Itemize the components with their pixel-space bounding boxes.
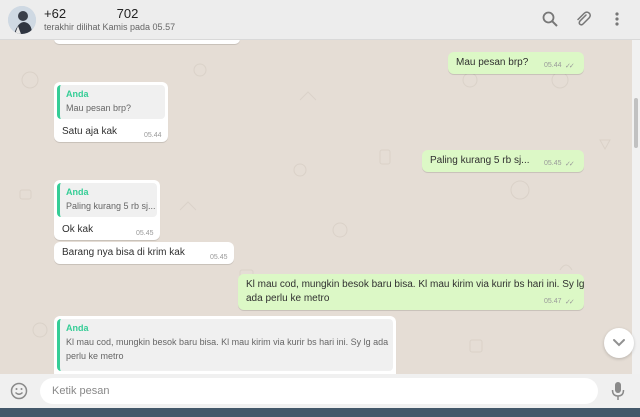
quote-text: Paling kurang 5 rb sj... <box>66 201 156 211</box>
quoted-message[interactable]: Anda Mau pesan brp? <box>57 85 165 119</box>
quoted-message[interactable]: Anda Paling kurang 5 rb sj... <box>57 183 157 217</box>
search-icon[interactable] <box>541 10 559 28</box>
quote-author: Anda <box>66 187 89 197</box>
message-bubble-incoming[interactable] <box>54 40 240 44</box>
mic-icon[interactable] <box>610 381 626 401</box>
emoji-icon[interactable] <box>10 382 28 400</box>
message-time: 05.45 <box>210 254 228 261</box>
message-list[interactable]: Mau pesan brp? 05.44 ✓✓ Anda Mau pesan b… <box>0 40 640 374</box>
message-bubble-outgoing[interactable]: Kl mau cod, mungkin besok baru bisa. Kl … <box>238 274 584 310</box>
message-text-line2: ada perlu ke metro <box>246 293 330 304</box>
attach-icon[interactable] <box>574 10 592 28</box>
message-time: 05.45 <box>136 230 154 237</box>
compose-bar <box>0 374 640 408</box>
message-bubble-incoming[interactable]: Anda Kl mau cod, mungkin besok baru bisa… <box>54 316 396 374</box>
message-time: 05.44 <box>544 62 562 69</box>
message-input[interactable] <box>40 378 598 404</box>
quote-text: Mau pesan brp? <box>66 103 132 113</box>
quote-author: Anda <box>66 89 89 99</box>
message-text: Ok kak <box>62 224 94 235</box>
quote-text-line2: perlu ke metro <box>66 351 124 361</box>
scrollbar[interactable] <box>632 40 640 374</box>
message-bubble-incoming[interactable]: Anda Mau pesan brp? Satu aja kak 05.44 <box>54 82 168 142</box>
message-text: Satu aja kak <box>62 126 118 137</box>
message-time: 05.45 <box>544 160 562 167</box>
message-bubble-incoming[interactable]: Anda Paling kurang 5 rb sj... Ok kak 05.… <box>54 180 160 240</box>
message-bubble-incoming[interactable]: Barang nya bisa di krim kak 05.45 <box>54 242 234 264</box>
message-bubble-outgoing[interactable]: Paling kurang 5 rb sj... 05.45 ✓✓ <box>422 150 584 172</box>
quote-author: Anda <box>66 323 89 333</box>
contact-name[interactable]: +62 702 <box>44 6 138 21</box>
read-receipt-icon: ✓✓ <box>565 63 575 70</box>
menu-icon[interactable] <box>608 10 626 28</box>
last-seen-status: terakhir dilihat Kamis pada 05.57 <box>44 22 176 32</box>
quote-text-line1: Kl mau cod, mungkin besok baru bisa. Kl … <box>66 337 389 347</box>
read-receipt-icon: ✓✓ <box>565 299 575 306</box>
chat-header: +62 702 terakhir dilihat Kamis pada 05.5… <box>0 0 640 40</box>
message-text-line1: Kl mau cod, mungkin besok baru bisa. Kl … <box>246 279 585 290</box>
message-text: Paling kurang 5 rb sj... <box>430 155 530 166</box>
window-bottom-bar <box>0 408 640 417</box>
read-receipt-icon: ✓✓ <box>565 161 575 168</box>
chevron-down-icon <box>613 339 625 347</box>
scroll-to-bottom-button[interactable] <box>604 328 634 358</box>
message-text: Mau pesan brp? <box>456 57 529 68</box>
contact-avatar[interactable] <box>8 6 36 34</box>
message-time: 05.47 <box>544 298 562 305</box>
quoted-message[interactable]: Anda Kl mau cod, mungkin besok baru bisa… <box>57 319 393 371</box>
message-bubble-outgoing[interactable]: Mau pesan brp? 05.44 ✓✓ <box>448 52 584 74</box>
message-time: 05.44 <box>144 132 162 139</box>
message-text: Barang nya bisa di krim kak <box>62 247 185 258</box>
scrollbar-thumb[interactable] <box>634 98 638 148</box>
